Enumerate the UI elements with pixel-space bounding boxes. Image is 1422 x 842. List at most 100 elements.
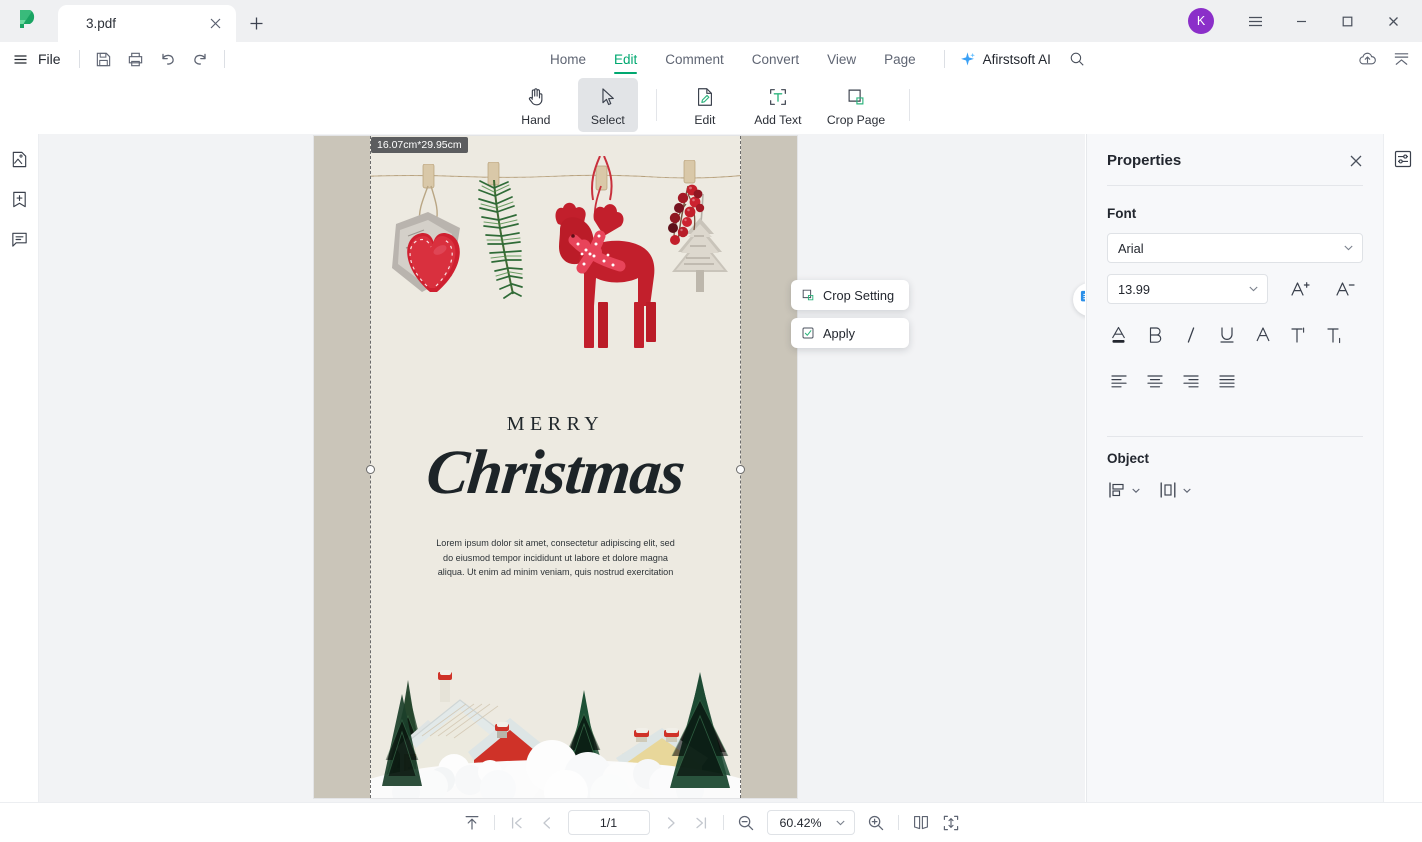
page-number-value: 1/1 — [599, 815, 618, 830]
document-tab[interactable]: 3.pdf — [58, 5, 236, 42]
cloud-upload-icon[interactable] — [1354, 46, 1380, 72]
distribute-objects-icon — [1160, 482, 1176, 498]
align-left-button[interactable] — [1101, 366, 1137, 396]
font-family-select[interactable]: Arial — [1107, 233, 1363, 263]
subscript-button[interactable] — [1317, 320, 1353, 350]
crop-page-icon — [845, 84, 867, 110]
minimize-button[interactable] — [1280, 0, 1322, 42]
bold-button[interactable] — [1137, 320, 1173, 350]
tab-edit[interactable]: Edit — [600, 42, 651, 76]
undo-icon[interactable] — [152, 44, 184, 74]
properties-panel-icon[interactable] — [1390, 146, 1416, 172]
chevron-down-icon — [835, 820, 845, 826]
font-section-title: Font — [1107, 206, 1137, 221]
next-page-icon[interactable] — [656, 809, 686, 837]
tab-page[interactable]: Page — [870, 42, 930, 76]
page-number-input[interactable]: 1/1 — [567, 810, 650, 835]
align-center-button[interactable] — [1137, 366, 1173, 396]
crop-dimension-label: 16.07cm*29.95cm — [371, 137, 468, 153]
avatar[interactable]: K — [1188, 8, 1214, 34]
properties-header: Properties — [1087, 134, 1383, 169]
crop-setting-menu-item[interactable]: Crop Setting — [791, 280, 909, 310]
menu-bar-right — [1354, 42, 1422, 76]
apply-label: Apply — [823, 325, 856, 341]
ribbon-tabs: Home Edit Comment Convert View Page Afir… — [536, 42, 1085, 76]
font-family-value: Arial — [1118, 240, 1144, 256]
main-menu-icon[interactable] — [6, 52, 34, 67]
last-page-icon[interactable] — [686, 809, 716, 837]
add-text-icon — [767, 84, 789, 110]
distribute-objects-button[interactable] — [1158, 480, 1191, 500]
font-color-button[interactable] — [1101, 320, 1137, 350]
comment-panel-icon[interactable] — [6, 226, 32, 252]
tab-view[interactable]: View — [813, 42, 870, 76]
thumbnail-panel-icon[interactable] — [6, 146, 32, 172]
crop-context-menu: Crop Setting Apply — [791, 280, 909, 348]
document-viewer[interactable]: MERRY Christmas Lorem ipsum dolor sit am… — [39, 134, 1085, 802]
poster-body-text: Lorem ipsum dolor sit amet, consectetur … — [436, 538, 675, 578]
first-page-icon[interactable] — [502, 809, 532, 837]
apply-check-icon — [802, 327, 814, 339]
save-icon[interactable] — [88, 44, 120, 74]
divider — [493, 815, 495, 830]
zoom-level-select[interactable]: 60.42% — [766, 810, 855, 835]
pdf-to-word-button[interactable]: W — [1073, 283, 1085, 316]
pine-branch-ornament — [478, 162, 523, 299]
tool-add-text[interactable]: Add Text — [747, 78, 809, 132]
align-justify-button[interactable] — [1209, 366, 1245, 396]
file-menu-button[interactable]: File — [34, 51, 71, 67]
scroll-to-top-icon[interactable] — [457, 809, 487, 837]
hamburger-icon[interactable] — [1234, 0, 1276, 42]
edit-toolbar: Hand Select Edit Add Text Crop Page — [0, 76, 1422, 134]
decrease-font-size-icon[interactable] — [1327, 274, 1363, 304]
ai-label: Afirstsoft AI — [982, 51, 1051, 67]
properties-title: Properties — [1107, 152, 1182, 169]
close-button[interactable] — [1372, 0, 1414, 42]
divider — [223, 50, 225, 68]
tool-select[interactable]: Select — [577, 78, 638, 132]
chevron-down-icon — [1344, 245, 1353, 251]
chevron-down-icon — [1132, 488, 1140, 493]
tab-convert[interactable]: Convert — [738, 42, 813, 76]
align-right-button[interactable] — [1173, 366, 1209, 396]
maximize-button[interactable] — [1326, 0, 1368, 42]
pdf-to-word-icon: W — [1080, 290, 1085, 302]
divider — [909, 89, 911, 121]
bookmark-add-icon[interactable] — [6, 186, 32, 212]
print-icon[interactable] — [120, 44, 152, 74]
underline-button[interactable] — [1209, 320, 1245, 350]
dual-page-view-icon[interactable] — [906, 809, 936, 837]
search-icon[interactable] — [1069, 51, 1085, 67]
apply-menu-item[interactable]: Apply — [791, 318, 909, 348]
app-logo-icon — [0, 0, 58, 42]
superscript-button[interactable] — [1281, 320, 1317, 350]
close-properties-icon[interactable] — [1349, 154, 1363, 168]
poster-title-large: Christmas — [423, 437, 688, 507]
redo-icon[interactable] — [184, 44, 216, 74]
afirstsoft-ai-button[interactable]: Afirstsoft AI — [959, 51, 1051, 68]
font-size-value: 13.99 — [1118, 281, 1151, 297]
prev-page-icon[interactable] — [532, 809, 562, 837]
strikethrough-button[interactable] — [1245, 320, 1281, 350]
zoom-out-icon[interactable] — [731, 809, 761, 837]
zoom-in-icon[interactable] — [861, 809, 891, 837]
font-style-row — [1087, 304, 1383, 350]
fit-height-icon[interactable] — [936, 809, 966, 837]
italic-button[interactable] — [1173, 320, 1209, 350]
divider — [722, 815, 724, 830]
paragraph-align-row — [1087, 350, 1383, 396]
tab-comment[interactable]: Comment — [651, 42, 738, 76]
font-size-select[interactable]: 13.99 — [1107, 274, 1268, 304]
sparkle-icon — [960, 51, 975, 65]
collapse-ribbon-icon[interactable] — [1388, 46, 1414, 72]
tool-edit[interactable]: Edit — [675, 78, 735, 132]
tool-hand[interactable]: Hand — [506, 78, 566, 132]
divider — [897, 815, 899, 830]
tab-home[interactable]: Home — [536, 42, 600, 76]
align-objects-button[interactable] — [1107, 480, 1140, 500]
pdf-page[interactable]: MERRY Christmas Lorem ipsum dolor sit am… — [314, 136, 797, 798]
new-tab-icon[interactable] — [236, 5, 276, 42]
tool-crop-page[interactable]: Crop Page — [821, 78, 891, 132]
close-tab-icon[interactable] — [204, 13, 226, 35]
increase-font-size-icon[interactable] — [1282, 274, 1318, 304]
